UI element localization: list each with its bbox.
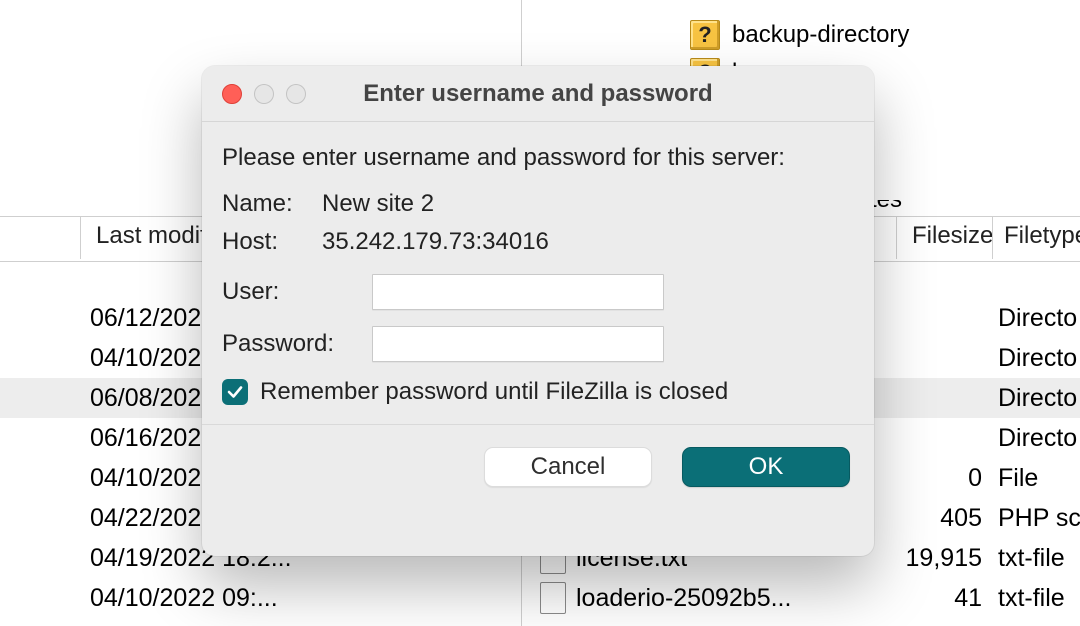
check-icon: [226, 383, 244, 401]
cell-filename-text: loaderio-25092b5...: [576, 578, 791, 618]
close-icon[interactable]: [222, 84, 242, 104]
cell-filetype: txt-file: [998, 538, 1080, 578]
remember-row[interactable]: Remember password until FileZilla is clo…: [222, 378, 854, 406]
cell-filesize: 19,915: [902, 538, 982, 578]
site-name-row: Name: New site 2: [222, 190, 854, 218]
column-divider: [80, 217, 81, 259]
column-last-modified[interactable]: Last modifi: [96, 222, 212, 250]
cell-filename: loaderio-25092b5...: [540, 578, 860, 618]
credentials-form: User: Password:: [222, 274, 854, 362]
cell-filetype: Directo: [998, 418, 1080, 458]
unknown-folder-icon: ?: [690, 20, 720, 50]
list-item[interactable]: ? backup-directory: [690, 16, 909, 54]
cell-filetype: File: [998, 458, 1080, 498]
minimize-icon[interactable]: [254, 84, 274, 104]
cell-filetype: PHP sc: [998, 498, 1080, 538]
user-input[interactable]: [372, 274, 664, 310]
cell-filetype: Directo: [998, 378, 1080, 418]
remember-checkbox[interactable]: [222, 379, 248, 405]
ok-button[interactable]: OK: [682, 447, 850, 487]
user-label: User:: [222, 278, 372, 306]
ok-button-label: OK: [749, 453, 784, 481]
site-host-value: 35.242.179.73:34016: [322, 228, 549, 256]
cell-filesize: 41: [902, 578, 982, 618]
window-controls: [222, 84, 306, 104]
dialog-body: Please enter username and password for t…: [202, 122, 874, 507]
zoom-icon[interactable]: [286, 84, 306, 104]
cancel-button[interactable]: Cancel: [484, 447, 652, 487]
cancel-button-label: Cancel: [531, 453, 606, 481]
password-input[interactable]: [372, 326, 664, 362]
column-filesize[interactable]: Filesize: [912, 222, 993, 250]
column-filetype[interactable]: Filetype: [1004, 222, 1080, 250]
cell-filesize: 405: [902, 498, 982, 538]
site-name-label: Name:: [222, 190, 322, 218]
site-host-row: Host: 35.242.179.73:34016: [222, 228, 854, 256]
dialog-prompt: Please enter username and password for t…: [222, 144, 854, 172]
dialog-separator: [202, 424, 874, 425]
site-name-value: New site 2: [322, 190, 434, 218]
password-label: Password:: [222, 330, 372, 358]
column-divider: [992, 217, 993, 259]
cell-filetype: txt-file: [998, 578, 1080, 618]
file-icon: [540, 582, 566, 614]
cell-filetype: Directo: [998, 298, 1080, 338]
titlebar: Enter username and password: [202, 66, 874, 122]
user-row: User:: [222, 274, 854, 310]
cell-filesize: 0: [902, 458, 982, 498]
column-divider: [896, 217, 897, 259]
cell-filetype: Directo: [998, 338, 1080, 378]
dialog-buttons: Cancel OK: [222, 447, 854, 487]
table-row[interactable]: 04/10/2022 09:... loaderio-25092b5... 41…: [0, 578, 1080, 618]
site-host-label: Host:: [222, 228, 322, 256]
password-row: Password:: [222, 326, 854, 362]
cell-date: 04/10/2022 09:...: [90, 578, 320, 618]
auth-dialog: Enter username and password Please enter…: [202, 66, 874, 556]
file-name: backup-directory: [732, 21, 909, 49]
remember-label: Remember password until FileZilla is clo…: [260, 378, 728, 406]
